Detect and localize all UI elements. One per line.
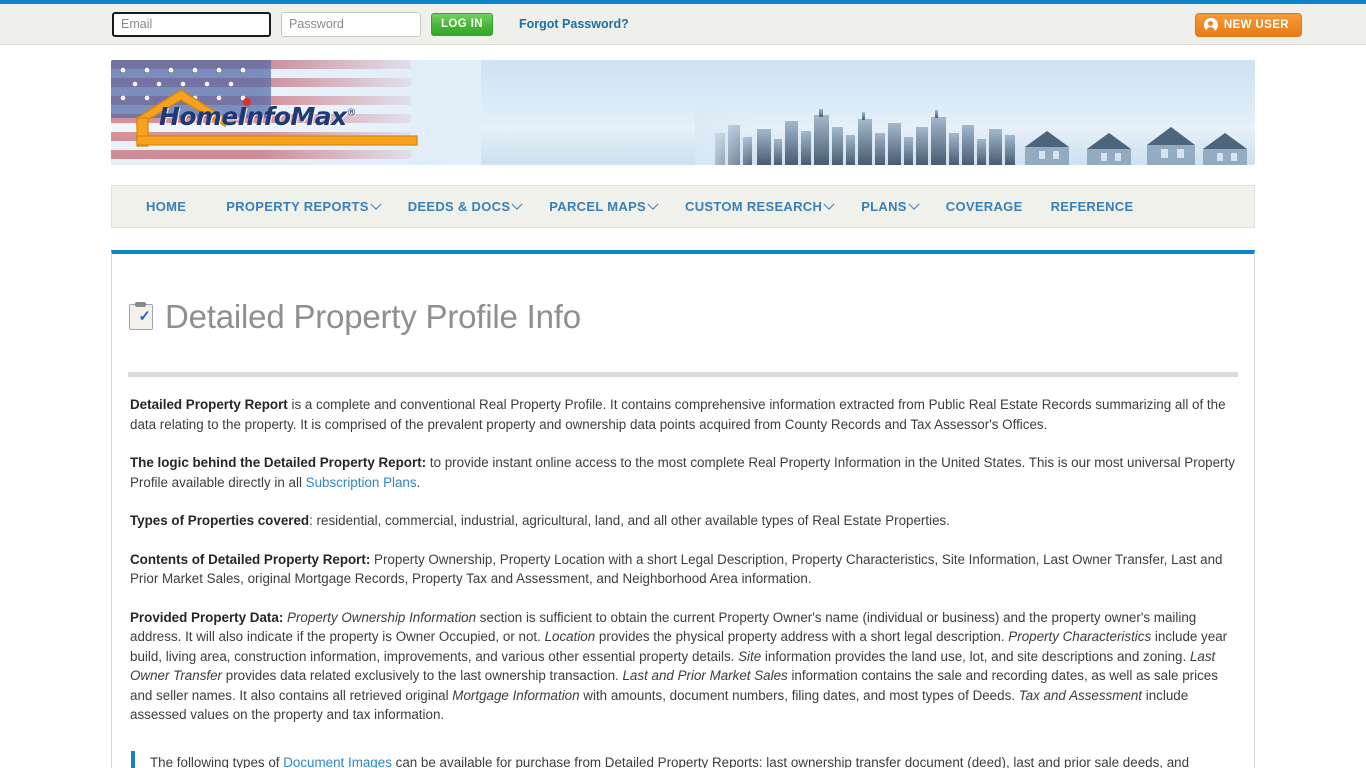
nav-item-label: DEEDS & DOCS	[407, 199, 511, 214]
paragraph-text: provides data related exclusively to the…	[222, 668, 623, 684]
login-form: LOG IN Forgot Password?	[112, 11, 629, 37]
document-images-link[interactable]: Document Images	[283, 755, 392, 768]
nav-item-reference[interactable]: REFERENCE	[1037, 199, 1148, 214]
paragraph-text: provides the physical property address w…	[595, 629, 1009, 645]
chevron-down-icon	[647, 198, 659, 210]
check-glyph: ✓	[138, 308, 151, 326]
paragraph-contents: Contents of Detailed Property Report: Pr…	[130, 550, 1236, 589]
paragraph-text: : residential, commercial, industrial, a…	[309, 513, 950, 529]
nav-item-deeds-and-docs[interactable]: DEEDS & DOCS	[394, 198, 536, 214]
nav-item-label: PROPERTY REPORTS	[226, 199, 369, 214]
paragraph-text: information provides the land use, lot, …	[761, 648, 1190, 664]
logo-wordmark: HomeInfoMax®	[159, 102, 357, 131]
forgot-password-link[interactable]: Forgot Password?	[519, 17, 629, 31]
chevron-down-icon	[370, 198, 382, 210]
page-header: ✓ Detailed Property Profile Info	[128, 276, 1238, 358]
paragraph-text: is a complete and conventional Real Prop…	[130, 397, 1226, 432]
new-user-label: NEW USER	[1223, 19, 1289, 31]
subscription-plans-link[interactable]: Subscription Plans	[306, 475, 417, 490]
article-body: Detailed Property Report is a complete a…	[128, 395, 1238, 768]
nav-item-label: CUSTOM RESEARCH	[685, 199, 823, 214]
person-icon	[1203, 18, 1218, 32]
paragraph-lead: The logic behind the Detailed Property R…	[130, 455, 427, 471]
callout-text: The following types of Document Images c…	[150, 753, 1236, 768]
content-panel: ✓ Detailed Property Profile Info Detaile…	[111, 250, 1255, 768]
paragraph-text: with amounts, document numbers, filing d…	[579, 687, 1019, 703]
page-title: Detailed Property Profile Info	[165, 298, 581, 336]
term-property-ownership-information: Property Ownership Information	[287, 609, 477, 625]
callout-text-part: The following types of	[150, 754, 284, 768]
nav-item-label: REFERENCE	[1050, 199, 1134, 214]
site-logo[interactable]: HomeInfoMax®	[129, 88, 429, 150]
term-site: Site	[738, 648, 762, 664]
nav-item-parcel-maps[interactable]: PARCEL MAPS	[535, 198, 671, 214]
paragraph-property-types: Types of Properties covered: residential…	[130, 511, 1236, 531]
title-divider	[128, 372, 1238, 378]
page-container: HomeInfoMax® HOME PROPERTY REPORTS DEEDS…	[111, 60, 1255, 768]
login-bar: LOG IN Forgot Password? NEW USER	[0, 4, 1366, 45]
term-last-and-prior-market-sales: Last and Prior Market Sales	[622, 668, 788, 684]
paragraph-lead: Types of Properties covered	[130, 513, 310, 529]
nav-item-label: PLANS	[861, 199, 907, 214]
nav-item-property-reports[interactable]: PROPERTY REPORTS	[212, 198, 394, 214]
paragraph-lead: Detailed Property Report	[130, 397, 288, 413]
nav-item-custom-research[interactable]: CUSTOM RESEARCH	[671, 198, 847, 214]
main-navigation: HOME PROPERTY REPORTS DEEDS & DOCS PARCE…	[111, 185, 1255, 228]
term-tax-and-assessment: Tax and Assessment	[1018, 687, 1143, 703]
nav-item-coverage[interactable]: COVERAGE	[932, 199, 1037, 214]
new-user-button[interactable]: NEW USER	[1194, 13, 1302, 37]
paragraph-text: .	[416, 474, 421, 490]
login-button[interactable]: LOG IN	[431, 12, 494, 36]
chevron-down-icon	[511, 198, 523, 210]
site-banner: HomeInfoMax®	[111, 60, 1255, 165]
term-property-characteristics: Property Characteristics	[1008, 629, 1152, 645]
paragraph-lead: Contents of Detailed Property Report:	[130, 551, 371, 567]
registered-mark: ®	[346, 107, 357, 119]
document-images-callout: The following types of Document Images c…	[131, 750, 1236, 768]
clipboard-check-icon: ✓	[129, 302, 153, 331]
paragraph-lead: Provided Property Data:	[130, 609, 284, 625]
term-mortgage-information: Mortgage Information	[452, 687, 580, 703]
paragraph-provided-data: Provided Property Data: Property Ownersh…	[130, 608, 1236, 725]
paragraph-logic: The logic behind the Detailed Property R…	[130, 453, 1236, 492]
nav-item-plans[interactable]: PLANS	[847, 198, 932, 214]
paragraph-overview: Detailed Property Report is a complete a…	[130, 395, 1236, 434]
chevron-down-icon	[823, 198, 835, 210]
password-field[interactable]	[281, 11, 421, 37]
nav-item-label: COVERAGE	[945, 199, 1023, 214]
city-skyline-graphic	[695, 103, 1247, 165]
nav-item-home[interactable]: HOME	[130, 199, 212, 214]
email-field[interactable]	[112, 11, 271, 37]
nav-item-label: PARCEL MAPS	[549, 199, 647, 214]
term-location: Location	[544, 629, 596, 645]
nav-item-label: HOME	[146, 199, 187, 214]
chevron-down-icon	[908, 198, 920, 210]
